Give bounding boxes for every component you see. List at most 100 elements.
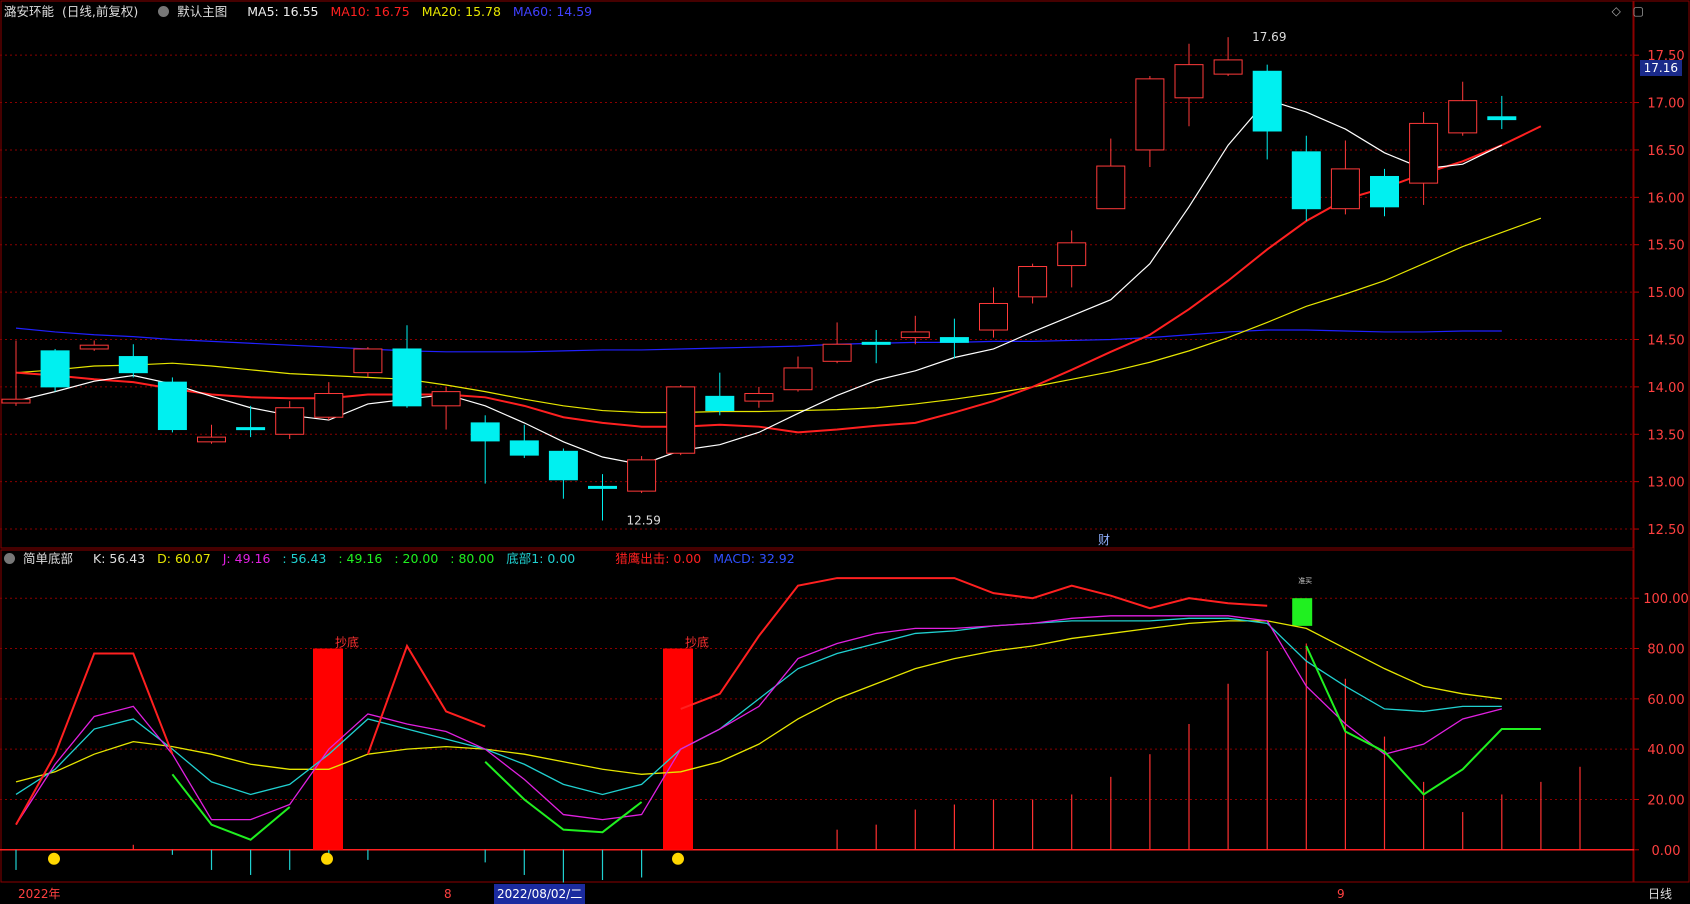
diamond-icon[interactable]: ◇ (1612, 4, 1621, 18)
period-label[interactable]: 日线 (1648, 884, 1672, 904)
template-selector[interactable]: 默认主图 (158, 4, 235, 19)
ma60-label: MA60: 14.59 (512, 4, 593, 19)
price-tick-label: 13.50 (1647, 428, 1684, 443)
d-line (15, 620, 1502, 783)
candle-body (431, 391, 461, 407)
price-tick-label: 16.50 (1647, 144, 1684, 159)
smiley-icon (48, 852, 60, 865)
candle-body (548, 450, 578, 481)
candle-body (705, 395, 735, 412)
selected-date: 2022/08/02/二 (494, 884, 586, 904)
candle-body (118, 356, 148, 374)
green-line (484, 761, 643, 834)
candle-body (1330, 168, 1360, 210)
candle-body (588, 485, 617, 489)
smiley-icon (672, 852, 684, 865)
candle-body (1409, 122, 1439, 184)
template-dot-icon (158, 6, 170, 17)
v2-label: : 49.16 (338, 551, 383, 566)
eagle-label: 猎鹰出击: 0.00 (615, 551, 702, 566)
j-label: J: 49.16 (222, 551, 271, 566)
candle-body (666, 386, 696, 454)
candle-body (1135, 78, 1165, 151)
k-label: K: 56.43 (93, 551, 146, 566)
v1-label: : 56.43 (282, 551, 327, 566)
stock-chart[interactable]: 12.50 13.00 13.50 14.00 14.50 15.00 15.50 16.00… (0, 0, 1690, 904)
year-label: 2022年 (18, 887, 61, 901)
candle-body (861, 341, 891, 345)
stock-name: 潞安环能 (日线,前复权) (4, 4, 139, 19)
candle-body (1096, 165, 1126, 210)
indicator-dot-icon (4, 553, 15, 564)
indicator-tick-label: 40.00 (1647, 743, 1684, 758)
bottom1-label: 底部1: 0.00 (506, 551, 576, 566)
price-tick-label: 13.00 (1647, 476, 1684, 491)
v4-label: : 80.00 (450, 551, 495, 566)
ma10-label: MA10: 16.75 (330, 4, 410, 19)
macd-label: MACD: 32.92 (713, 551, 795, 566)
low-label: 12.59 (627, 514, 661, 528)
candle-body (509, 440, 539, 456)
price-tick-label: 16.00 (1647, 191, 1684, 206)
candle-body (1370, 175, 1399, 208)
candle-body (1174, 64, 1204, 99)
finance-marker: 财 (1098, 533, 1110, 547)
candle-body (40, 350, 70, 388)
candle-body (744, 393, 774, 402)
ma5-line (15, 99, 1503, 466)
ma5-label: MA5: 16.55 (247, 4, 319, 19)
indicator-selector[interactable]: 简单底部 (4, 551, 81, 566)
ma20-line (15, 217, 1542, 414)
price-tick-label: 12.50 (1647, 523, 1684, 538)
last-price-tag: 17.16 (1639, 60, 1682, 76)
candle-body (939, 337, 969, 343)
candle-body (900, 331, 930, 339)
candle-body (1252, 70, 1282, 132)
candle-body (783, 367, 813, 391)
indicator-tick-label: 60.00 (1647, 693, 1684, 708)
indicator-tick-label: 0.00 (1652, 844, 1681, 859)
window-controls: ◇ ▢ (1612, 4, 1644, 18)
signal-bar (1292, 598, 1313, 626)
ma20-label: MA20: 15.78 (421, 4, 501, 19)
ma60-line (15, 327, 1502, 353)
indicator-header: 简单底部 K: 56.43 D: 60.07 J: 49.16 : 56.43 … (4, 549, 803, 569)
j-line (15, 615, 1502, 825)
price-tick-label: 14.00 (1647, 381, 1684, 396)
chaodi-label: 抄底 (335, 635, 359, 650)
candle-body (822, 343, 852, 362)
indicator-panel-frame (0, 549, 1634, 883)
candle-body (470, 422, 500, 442)
price-tick-label: 14.50 (1647, 333, 1684, 348)
month-9-label: 9 (1337, 887, 1345, 901)
candle-body (197, 436, 226, 443)
main-chart-header: 潞安环能 (日线,前复权) 默认主图 MA5: 16.55 MA10: 16.75… (4, 2, 600, 22)
candle-body (392, 348, 422, 407)
date-axis: 2022年 8 2022/08/02/二 9 日线 (0, 884, 1690, 904)
candle-body (1291, 151, 1321, 210)
month-8-label: 8 (444, 887, 452, 901)
candle-body (353, 348, 383, 374)
red-line (366, 643, 486, 755)
candle-body (1, 398, 31, 404)
maximize-icon[interactable]: ▢ (1633, 4, 1644, 18)
candle-body (157, 381, 187, 431)
candle-body (1487, 116, 1517, 121)
indicator-tick-label: 20.00 (1647, 793, 1684, 808)
chaodi-bar (313, 648, 343, 850)
red-line (15, 652, 174, 826)
smiley-icon (321, 852, 333, 865)
price-tick-label: 15.50 (1647, 239, 1684, 254)
candle-body (1213, 59, 1243, 75)
indicator-tick-label: 80.00 (1647, 643, 1684, 658)
red-line (680, 577, 1268, 710)
candle-body (236, 427, 266, 431)
v3-label: : 20.00 (394, 551, 439, 566)
d-label: D: 60.07 (157, 551, 211, 566)
candle-body (979, 302, 1008, 331)
price-tick-label: 15.00 (1647, 286, 1684, 301)
indicator-tick-label: 100.00 (1643, 592, 1689, 607)
chaodi-bar (663, 648, 693, 850)
main-panel-frame (0, 0, 1634, 549)
candle-body (275, 407, 305, 435)
